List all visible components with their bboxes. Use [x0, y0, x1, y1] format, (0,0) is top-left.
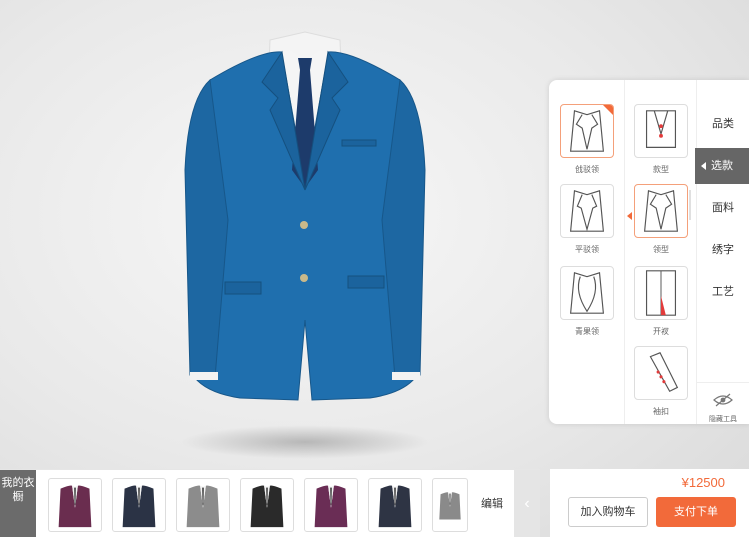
- add-to-cart-button[interactable]: 加入购物车: [568, 497, 648, 527]
- nav-item-craft[interactable]: 工艺: [697, 274, 749, 310]
- suit-thumbnail-icon: [314, 485, 348, 528]
- sleeve-button-icon: [649, 352, 679, 393]
- wardrobe-item-navy-double-breasted-suit[interactable]: [112, 478, 166, 532]
- option-shawl-lapel[interactable]: 青果领: [558, 266, 616, 337]
- option-peak-lapel[interactable]: 戗驳领: [558, 104, 616, 175]
- option-label: 袖扣: [653, 407, 669, 416]
- checkout-bar: ¥12500 加入购物车 支付下单: [550, 469, 749, 537]
- suit-model[interactable]: [170, 20, 440, 460]
- vent-icon: [645, 270, 677, 316]
- edit-button[interactable]: 编辑: [470, 470, 514, 537]
- nav-item-embroidery[interactable]: 绣字: [697, 232, 749, 268]
- chevron-left-icon: ‹: [524, 495, 530, 512]
- customization-panel: 戗驳领 平驳领 青果领 款型 领型 开衩 袖扣 品类 选款 面料 绣字 工艺 隐…: [549, 80, 749, 424]
- wardrobe-bar: 我的衣橱 编辑 ‹: [0, 469, 540, 537]
- wardrobe-item-purple-suit-2[interactable]: [304, 478, 358, 532]
- option-jacket-style[interactable]: 款型: [632, 104, 690, 175]
- option-notch-lapel[interactable]: 平驳领: [558, 184, 616, 255]
- option-label: 戗驳领: [575, 165, 599, 174]
- wardrobe-label[interactable]: 我的衣橱: [0, 470, 36, 537]
- collapse-button[interactable]: ‹: [514, 470, 540, 537]
- option-lapel-type[interactable]: 领型: [632, 184, 690, 255]
- suit-thumbnail-icon: [378, 485, 412, 528]
- suit-thumbnail-icon: [439, 492, 461, 520]
- suit-thumbnail-icon: [186, 485, 220, 528]
- selected-corner-mark: [602, 105, 613, 116]
- hide-tool-label: 隐藏工具: [709, 416, 737, 423]
- wardrobe-item-grey-suit-partial[interactable]: [432, 478, 468, 532]
- nav-item-fabric[interactable]: 面料: [697, 190, 749, 226]
- nav-item-category[interactable]: 品类: [697, 106, 749, 142]
- shawl-lapel-icon: [569, 272, 605, 314]
- option-label: 平驳领: [575, 245, 599, 254]
- option-sleeve-button[interactable]: 袖扣: [632, 346, 690, 417]
- option-label: 青果领: [575, 327, 599, 336]
- wardrobe-item-purple-suit[interactable]: [48, 478, 102, 532]
- option-label: 开衩: [653, 327, 669, 336]
- nav-item-style[interactable]: 选款: [695, 148, 749, 184]
- hidden-eye-icon: [713, 393, 733, 407]
- notch-lapel-icon: [569, 190, 605, 232]
- wardrobe-item-grey-double-breasted-suit[interactable]: [176, 478, 230, 532]
- option-label: 款型: [653, 165, 669, 174]
- suit-thumbnail-icon: [122, 485, 156, 528]
- hide-tool-button[interactable]: 隐藏工具: [697, 382, 749, 424]
- suit-thumbnail-icon: [250, 485, 284, 528]
- wardrobe-item-navy-double-breasted-suit-2[interactable]: [368, 478, 422, 532]
- options-scrollbar[interactable]: [689, 190, 691, 220]
- option-label: 领型: [653, 245, 669, 254]
- style-options-column: 款型 领型 开衩 袖扣: [625, 80, 697, 424]
- suit-thumbnail-icon: [58, 485, 92, 528]
- jacket-style-icon: [645, 110, 677, 148]
- option-vent[interactable]: 开衩: [632, 266, 690, 337]
- pay-button[interactable]: 支付下单: [656, 497, 736, 527]
- price: ¥12500: [681, 475, 725, 490]
- wardrobe-item-black-suit[interactable]: [240, 478, 294, 532]
- category-nav: 品类 选款 面料 绣字 工艺: [695, 80, 749, 424]
- lapel-options-column: 戗驳领 平驳领 青果领: [549, 80, 625, 424]
- lapel-type-icon: [643, 190, 679, 232]
